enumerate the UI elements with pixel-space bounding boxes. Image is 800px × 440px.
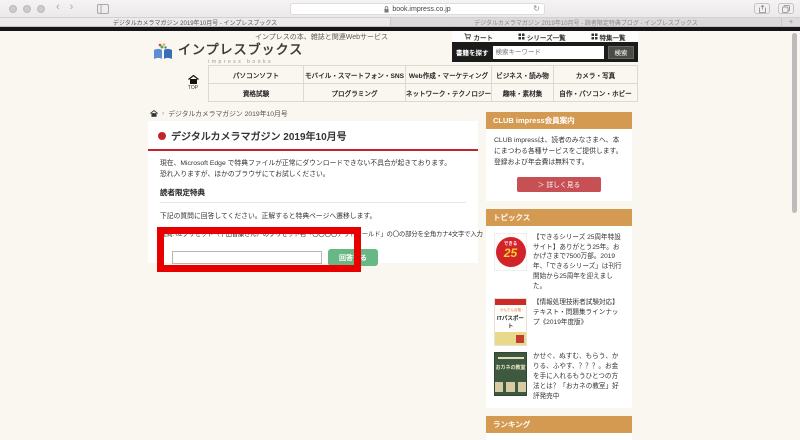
ranking-heading: ランキング [486,416,632,434]
logo-title: インプレスブックス [178,42,304,57]
annotation-highlight-box [157,227,361,272]
url-text: book.impress.co.jp [392,5,451,13]
nav-item-network-tech[interactable]: ネットワーク・テクノロジー [406,84,492,102]
it-passport-subtitle: かんたん合格 [500,307,521,312]
topic-text: かせぐ、ぬすむ、もらう、かりる、ふやす、？？？。お金を手に入れるもうひとつの方法… [533,352,619,400]
safari-window: ‹ › book.impress.co.jp ↻ デジタルカメラマガジン 201… [0,0,800,440]
lock-icon [384,5,389,12]
share-button[interactable] [754,3,770,14]
bonus-section-heading: 読者限定特典 [160,187,466,204]
nav-item-business[interactable]: ビジネス・読み物 [492,66,554,84]
share-icon [758,4,766,13]
site-logo[interactable]: インプレスブックス impress books [152,39,303,65]
dekiru-25th-thumbnail: できる 25 [494,232,527,271]
page-scrollbar[interactable] [792,33,797,213]
reload-icon[interactable]: ↻ [533,4,540,13]
breadcrumb: › デジタルカメラマガジン 2019年10月号 [150,108,288,118]
features-list-link[interactable]: 特集一覧 [591,32,626,42]
ranking-panel: ランキング スタンフォード式 デザイン ♛ 1位 [486,416,632,440]
search-button[interactable]: 検索 [608,45,634,59]
back-button[interactable]: ‹ [56,1,60,13]
quiz-instruction: 下記の質問に回答してください。正解すると特典ページへ遷移します。 [160,213,377,221]
topic-text: 【できるシリーズ 25周年特設サイト】ありがとう25年。おかげさまで7500万部… [533,233,622,291]
okane-no-kyoshitsu-thumbnail: おカネの教室 [494,351,527,396]
club-details-button[interactable]: ＞ 詳しく見る [517,176,601,192]
article-title-row: デジタルカメラマガジン 2019年10月号 [148,121,478,151]
series-link-label: シリーズ一覧 [526,34,566,42]
grid-icon [518,33,525,40]
new-tab-button[interactable]: + [782,18,800,26]
search-input[interactable] [492,45,604,59]
address-bar[interactable]: book.impress.co.jp ↻ [290,3,545,15]
search-label: 書籍を探す [456,50,489,57]
edge-notice: 現在、Microsoft Edge で特典ファイルが正常にダウンロードできない不… [160,159,466,180]
nav-item-pc-software[interactable]: パソコンソフト [209,66,304,84]
minimize-window-button[interactable] [23,5,31,13]
sidebar-toggle-icon[interactable] [97,4,109,14]
cart-icon [464,33,472,40]
home-icon [187,75,199,84]
zoom-window-button[interactable] [37,5,45,13]
browser-toolbar: ‹ › book.impress.co.jp ↻ [0,0,800,18]
topic-item-dekiru25[interactable]: できる 25 【できるシリーズ 25周年特設サイト】ありがとう25年。おかげさま… [494,232,624,292]
topics-panel: トピックス できる 25 【できるシリーズ 25周年特設サイト】ありがとう25年… [486,208,632,409]
site-top-bar [0,27,800,31]
nav-item-mobile-sns[interactable]: モバイル・スマートフォン・SNS [304,66,406,84]
nav-item-camera-photo[interactable]: カメラ・写真 [554,66,638,84]
features-link-label: 特集一覧 [599,34,626,42]
topic-item-it-passport[interactable]: かんたん合格 ITパスポート 【情報処理技術者試験対応】テキスト・問題集ラインナ… [494,297,624,346]
page-title: デジタルカメラマガジン 2019年10月号 [171,132,347,143]
topic-text: 【情報処理技術者試験対応】テキスト・問題集ラインナップ《2019年度版》 [533,298,619,326]
nav-item-diy-pc-hobby[interactable]: 自作・パソコン・ホビー [554,84,638,102]
breadcrumb-separator: › [162,109,165,117]
topic-item-okane[interactable]: おカネの教室 かせぐ、ぬすむ、もらう、かりる、ふやす、？？？。お金を手に入れるも… [494,351,624,401]
webpage: インプレスの本、雑誌と関連Webサービス インプレスブックス impress b… [0,27,800,440]
main-navigation: TOP パソコンソフト モバイル・スマートフォン・SNS Web作成・マーケティ… [178,65,638,102]
cart-link[interactable]: カート [464,32,493,42]
notice-line-1: 現在、Microsoft Edge で特典ファイルが正常にダウンロードできない不… [160,160,452,167]
topics-heading: トピックス [486,208,632,226]
tab-overview-button[interactable] [778,3,794,14]
club-impress-panel: CLUB impress会員案内 CLUB impressは、読者のみなさまへ、… [486,112,632,201]
tab-bonus-blog[interactable]: デジタルカメラマガジン 2019年10月号 - 読者限定特典ブログ - インプレ… [391,18,782,26]
red-dot-icon [158,131,166,140]
nav-item-certification[interactable]: 資格試験 [209,84,304,102]
nav-top-label: TOP [187,85,199,91]
club-impress-description: CLUB impressは、読者のみなさまへ、本にまつわる各種サービスをご提供し… [494,137,623,166]
cart-link-label: カート [473,34,493,42]
tab-bar: デジタルカメラマガジン 2019年10月号 - インプレスブックス デジタルカメ… [0,18,800,27]
tabs-icon [782,4,790,13]
traffic-lights [9,5,45,13]
it-passport-title: ITパスポート [497,315,524,330]
okane-title: おカネの教室 [495,364,526,371]
club-impress-heading: CLUB impress会員案内 [486,112,632,129]
dekiru-badge-number: 25 [503,245,518,260]
sidebar: CLUB impress会員案内 CLUB impressは、読者のみなさまへ、… [486,112,632,440]
it-passport-thumbnail: かんたん合格 ITパスポート [494,297,527,346]
nav-item-programming[interactable]: プログラミング [304,84,406,102]
forward-button[interactable]: › [70,1,74,13]
tab-current-page[interactable]: デジタルカメラマガジン 2019年10月号 - インプレスブックス [0,18,391,26]
utility-links: カート シリーズ一覧 特集一覧 [452,31,638,42]
series-list-link[interactable]: シリーズ一覧 [518,32,566,42]
book-search-bar: 書籍を探す 検索 [452,42,638,62]
nav-item-hobby-materials[interactable]: 趣味・素材集 [492,84,554,102]
grid-icon [591,33,598,40]
book-logo-icon [154,43,172,59]
nav-top-home[interactable]: TOP [178,65,208,101]
close-window-button[interactable] [9,5,17,13]
breadcrumb-current-page: デジタルカメラマガジン 2019年10月号 [168,111,288,118]
notice-line-2: 恐れ入りますが、ほかのブラウザにてお試しください。 [160,170,330,178]
home-icon[interactable] [150,109,158,117]
nav-item-web-marketing[interactable]: Web作成・マーケティング [406,66,492,84]
